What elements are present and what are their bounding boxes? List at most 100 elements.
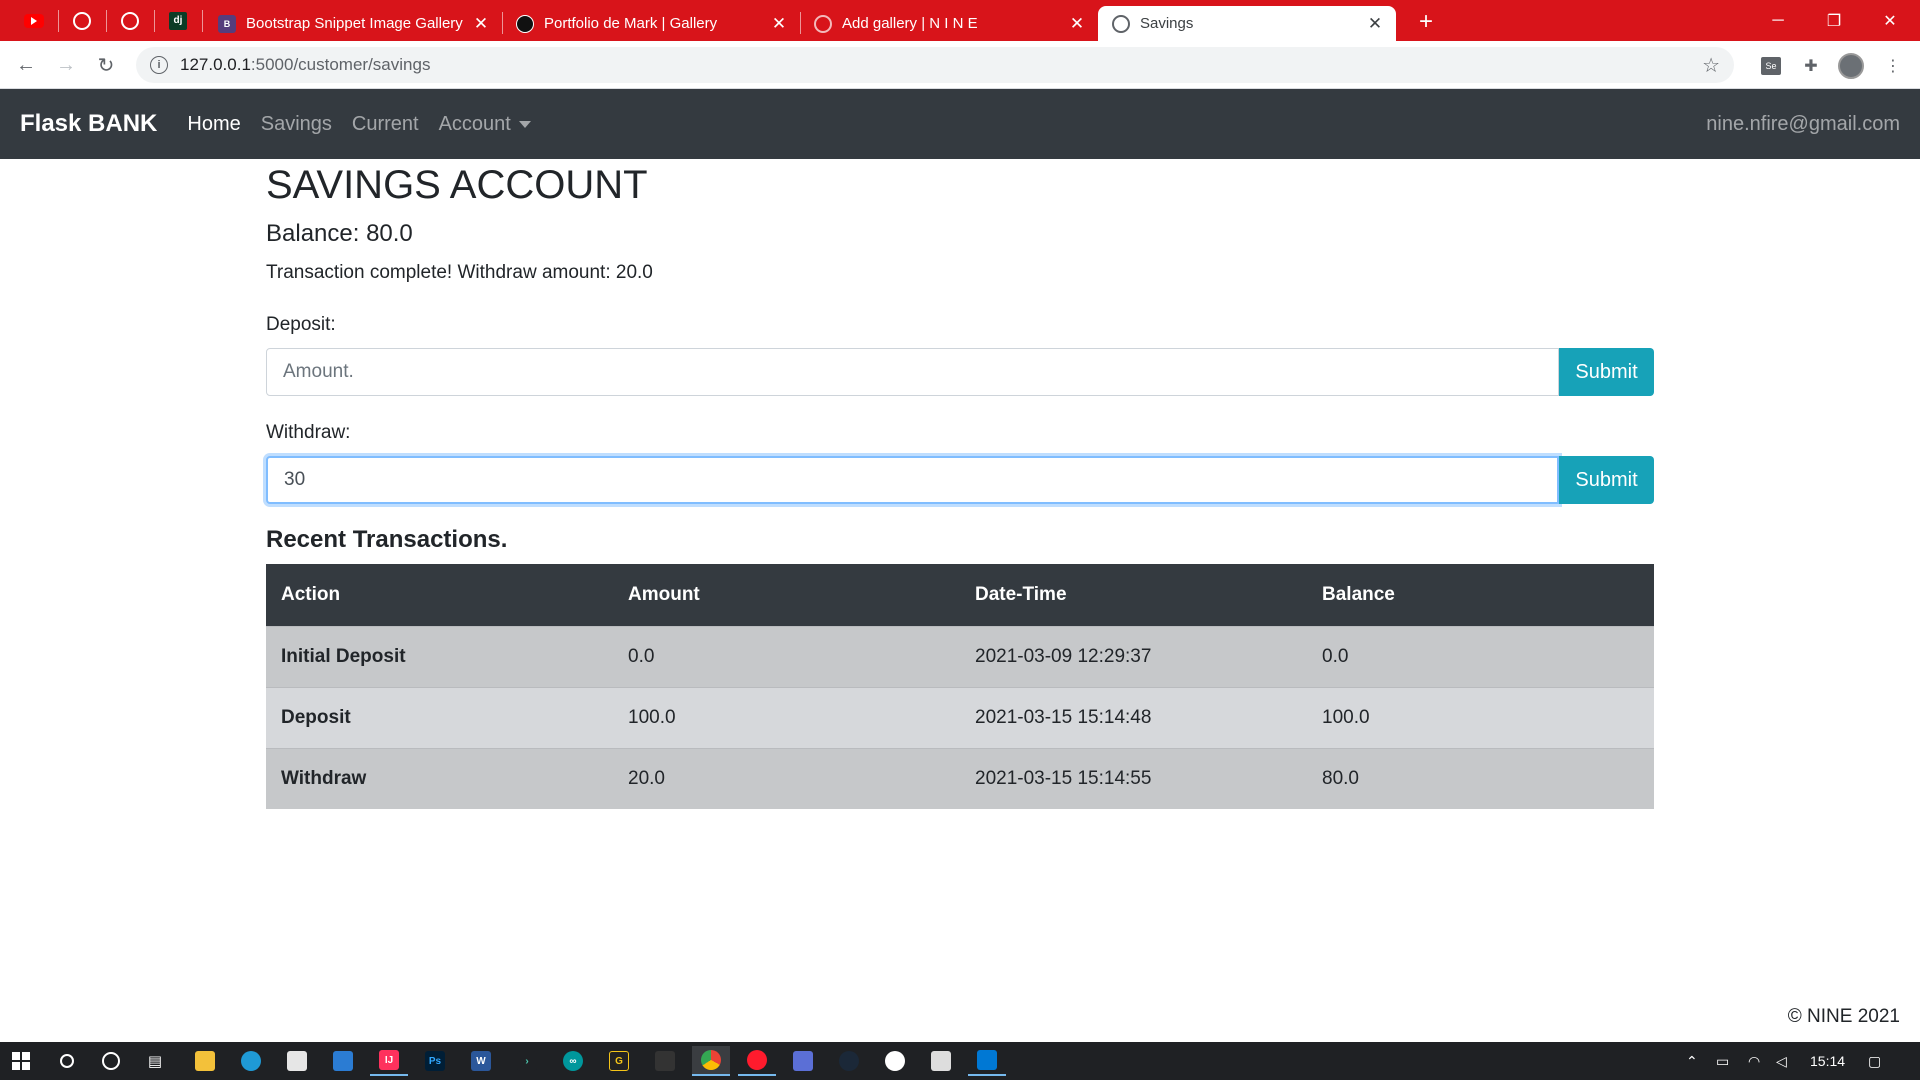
tab-close-icon[interactable]: ✕ [770, 14, 788, 34]
column-header: Amount [628, 583, 700, 605]
withdraw-submit-button[interactable]: Submit [1559, 456, 1654, 504]
tab-close-icon[interactable]: ✕ [1366, 14, 1384, 34]
windows-start-icon[interactable] [2, 1046, 40, 1076]
site-info-icon[interactable]: i [150, 56, 168, 74]
github-icon [73, 11, 91, 30]
cell-amount: 20.0 [628, 767, 665, 789]
selenium-extension-icon[interactable]: Se [1758, 53, 1784, 79]
cube-icon[interactable] [784, 1046, 822, 1076]
chrome-menu-icon[interactable]: ⋮ [1880, 53, 1906, 79]
show-hidden-icons-icon[interactable]: ⌃ [1686, 1042, 1698, 1080]
photoshop-icon[interactable]: Ps [416, 1046, 454, 1076]
tab-portfolio[interactable]: Portfolio de Mark | Gallery ✕ [502, 6, 800, 41]
pinned-tab-github[interactable] [58, 0, 106, 41]
pinned-tab-youtube[interactable] [10, 0, 58, 41]
nav-savings[interactable]: Savings [261, 113, 332, 136]
bookmark-star-icon[interactable]: ☆ [1702, 53, 1720, 78]
cell-datetime: 2021-03-15 15:14:55 [975, 767, 1152, 789]
steam-icon[interactable] [830, 1046, 868, 1076]
new-tab-button[interactable]: + [1412, 8, 1440, 36]
cell-amount: 0.0 [628, 645, 655, 667]
search-icon[interactable] [48, 1046, 86, 1076]
tab-bootstrap-gallery[interactable]: B Bootstrap Snippet Image Gallery ✕ [204, 6, 502, 41]
bootstrap-favicon-icon: B [218, 14, 236, 33]
vscode-icon[interactable] [968, 1046, 1006, 1076]
footer-copyright: © NINE 2021 [1787, 1006, 1900, 1027]
edge-icon[interactable] [232, 1046, 270, 1076]
app-navbar: Flask BANK Home Savings Current Account … [0, 89, 1920, 159]
deposit-label: Deposit: [266, 314, 336, 335]
slack-icon[interactable] [876, 1046, 914, 1076]
wifi-icon[interactable]: ◠ [1748, 1042, 1760, 1080]
g-app-icon[interactable]: G [600, 1046, 638, 1076]
deposit-amount-input[interactable] [266, 348, 1559, 396]
nav-current[interactable]: Current [352, 113, 419, 136]
extensions-puzzle-icon[interactable]: ✚ [1798, 53, 1824, 79]
brand-logo[interactable]: Flask BANK [20, 110, 157, 138]
reload-icon[interactable]: ↻ [92, 51, 120, 79]
globe-favicon-icon [814, 14, 832, 33]
pinned-tab-github-2[interactable] [106, 0, 154, 41]
windows-taskbar: ▤ IJ Ps W › ∞ G ⌃ ▭ ◠ ◁ 15:14 ▢ [0, 1042, 1920, 1080]
intellij-icon[interactable]: IJ [370, 1046, 408, 1076]
column-header: Action [281, 583, 341, 605]
tab-close-icon[interactable]: ✕ [472, 14, 490, 34]
cell-balance: 0.0 [1322, 645, 1349, 667]
battery-icon[interactable]: ▭ [1716, 1042, 1729, 1080]
restore-icon[interactable]: ❐ [1806, 0, 1862, 41]
cell-balance: 80.0 [1322, 767, 1359, 789]
nav-account-label: Account [438, 112, 511, 135]
deposit-submit-button[interactable]: Submit [1559, 348, 1654, 396]
word-icon[interactable]: W [462, 1046, 500, 1076]
transactions-table: Action Amount Date-Time Balance Initial … [266, 564, 1654, 809]
address-bar[interactable]: i 127.0.0.1:5000/customer/savings ☆ [136, 47, 1734, 83]
status-message: Transaction complete! Withdraw amount: 2… [266, 262, 653, 283]
deposit-form: Submit [266, 348, 1654, 396]
tab-savings[interactable]: Savings ✕ [1098, 6, 1396, 41]
table-row: Initial Deposit 0.0 2021-03-09 12:29:37 … [266, 626, 1654, 687]
nav-home[interactable]: Home [187, 113, 240, 136]
chrome-icon[interactable] [692, 1046, 730, 1076]
back-icon[interactable]: ← [12, 51, 40, 79]
cell-action: Withdraw [281, 767, 367, 789]
nav-account-dropdown[interactable]: Account [439, 113, 531, 136]
withdraw-label: Withdraw: [266, 422, 351, 443]
tab-add-gallery[interactable]: Add gallery | N I N E ✕ [800, 6, 1098, 41]
terminal-icon[interactable]: › [508, 1046, 546, 1076]
browser-toolbar: ← → ↻ i 127.0.0.1:5000/customer/savings … [0, 41, 1920, 89]
tab-close-icon[interactable]: ✕ [1068, 14, 1086, 34]
volume-icon[interactable]: ◁ [1776, 1042, 1787, 1080]
withdraw-amount-input[interactable] [266, 456, 1559, 504]
column-header: Balance [1322, 583, 1395, 605]
pinned-tab-django[interactable]: dj [154, 0, 202, 41]
mail-icon[interactable] [324, 1046, 362, 1076]
django-icon: dj [169, 11, 187, 30]
unity-icon[interactable] [646, 1046, 684, 1076]
close-window-icon[interactable]: ✕ [1862, 0, 1918, 41]
notifications-icon[interactable]: ▢ [1868, 1042, 1881, 1080]
store-icon[interactable] [278, 1046, 316, 1076]
transactions-heading: Recent Transactions. [266, 526, 508, 553]
tab-title: Add gallery | N I N E [842, 15, 978, 32]
task-view-icon[interactable]: ▤ [136, 1046, 174, 1076]
arduino-icon[interactable]: ∞ [554, 1046, 592, 1076]
page-title: SAVINGS ACCOUNT [266, 163, 648, 207]
globe-favicon-icon [1112, 14, 1130, 33]
user-email[interactable]: nine.nfire@gmail.com [1706, 113, 1900, 136]
cell-balance: 100.0 [1322, 706, 1370, 728]
profile-avatar[interactable] [1838, 53, 1864, 79]
column-header: Date-Time [975, 583, 1067, 605]
youtube-icon [24, 13, 44, 28]
opera-icon[interactable] [738, 1046, 776, 1076]
cortana-icon[interactable] [92, 1046, 130, 1076]
caret-down-icon [518, 120, 531, 128]
minimize-icon[interactable]: ─ [1750, 0, 1806, 41]
browser-tab-strip: dj B Bootstrap Snippet Image Gallery ✕ P… [0, 0, 1920, 41]
file-explorer-icon[interactable] [186, 1046, 224, 1076]
cell-datetime: 2021-03-15 15:14:48 [975, 706, 1152, 728]
forward-icon[interactable]: → [52, 51, 80, 79]
cell-amount: 100.0 [628, 706, 676, 728]
git-icon[interactable] [922, 1046, 960, 1076]
table-row: Withdraw 20.0 2021-03-15 15:14:55 80.0 [266, 748, 1654, 809]
clock-time[interactable]: 15:14 [1810, 1042, 1845, 1080]
